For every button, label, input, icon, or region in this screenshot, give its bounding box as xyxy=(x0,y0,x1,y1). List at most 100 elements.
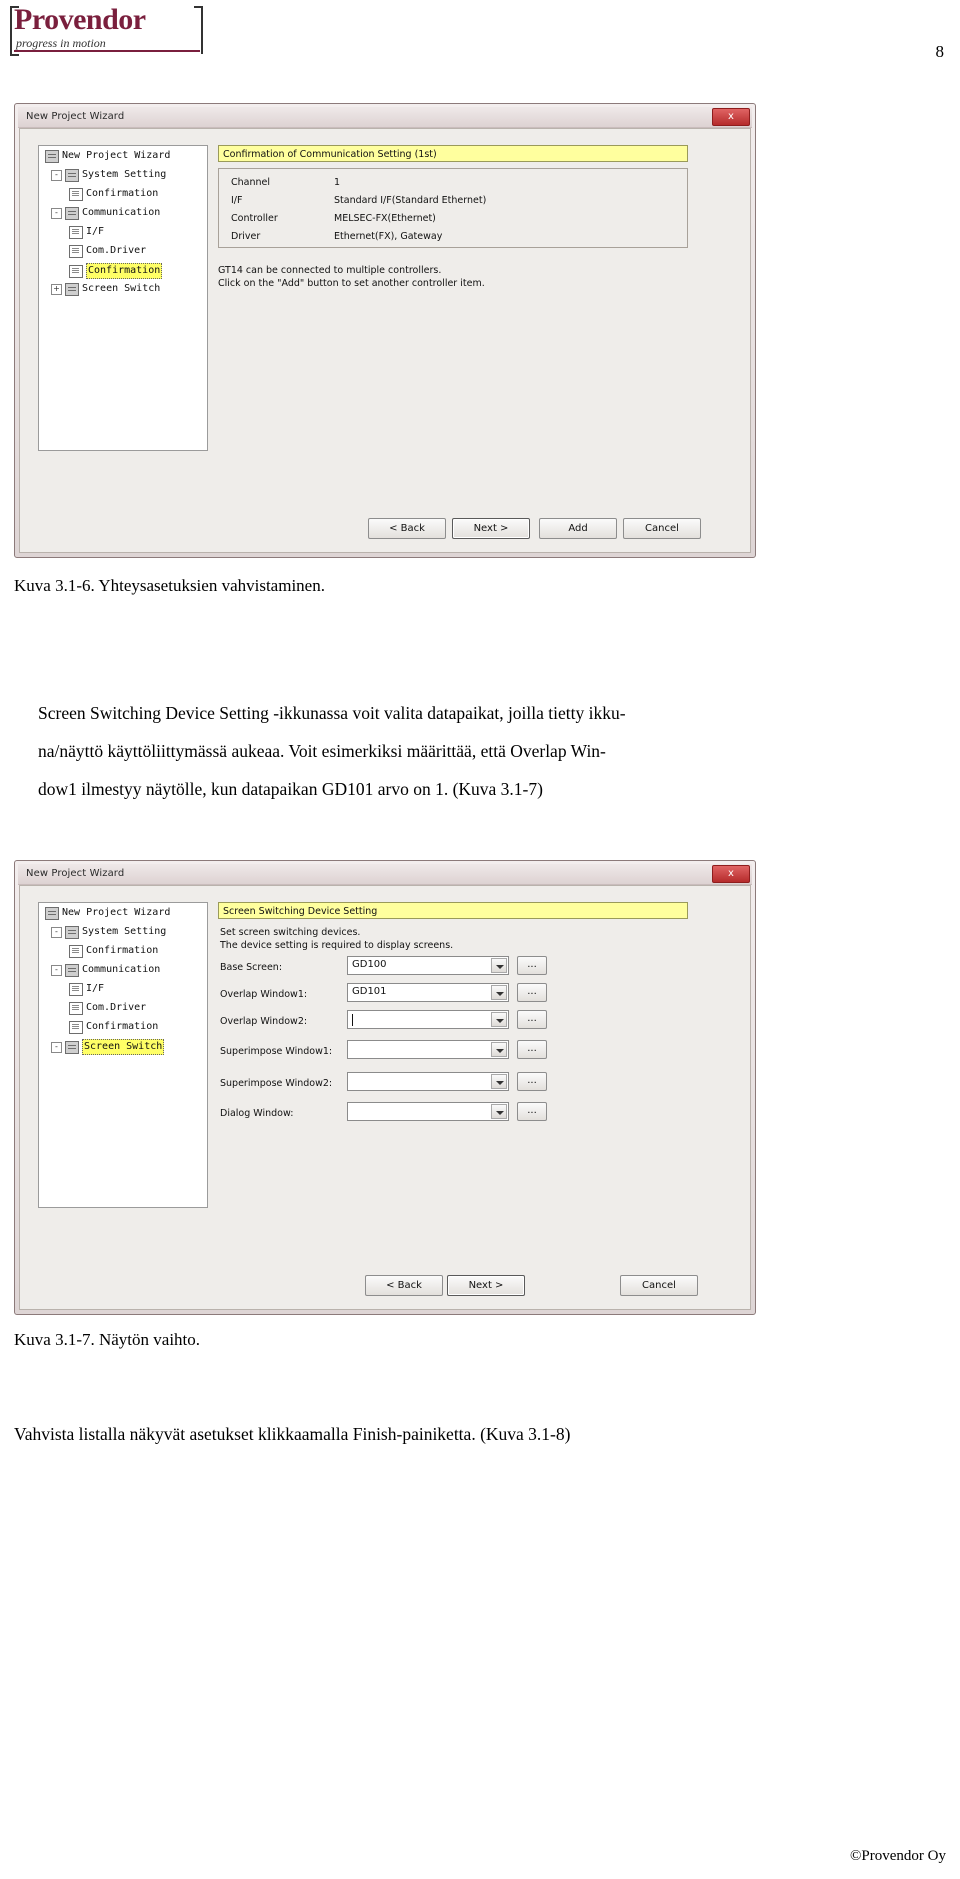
tree-item-if[interactable]: I/F xyxy=(39,222,207,241)
dialog-2-tree[interactable]: New Project Wizard - System Setting Confi… xyxy=(38,902,208,1208)
tree-item-label: Confirmation xyxy=(86,263,163,279)
tree-item-system-setting[interactable]: - System Setting xyxy=(39,165,207,184)
paragraph-1-line-3: dow1 ilmestyy näytölle, kun datapaikan G… xyxy=(38,779,543,799)
dialog-2-titlebar[interactable]: New Project Wizard x xyxy=(18,864,752,885)
tree-item-label: Confirmation xyxy=(86,945,159,956)
cancel-button[interactable]: Cancel xyxy=(623,518,701,539)
summary-value-controller: MELSEC-FX(Ethernet) xyxy=(334,213,436,224)
tree-item-label: New Project Wizard xyxy=(62,907,171,918)
body-paragraph-1: Screen Switching Device Setting -ikkunas… xyxy=(38,694,918,808)
back-button[interactable]: < Back xyxy=(365,1275,443,1296)
tree-item-screen-switch[interactable]: + Screen Switch xyxy=(39,279,207,298)
dialog-window-browse-button[interactable]: ... xyxy=(517,1102,547,1121)
tree-item-new-project-wizard[interactable]: New Project Wizard xyxy=(39,903,207,922)
base-screen-browse-button[interactable]: ... xyxy=(517,956,547,975)
overlap-window-2-browse-button[interactable]: ... xyxy=(517,1010,547,1029)
chevron-down-icon[interactable] xyxy=(491,985,507,1000)
doc-icon xyxy=(69,1020,83,1034)
superimpose-window-1-combo[interactable] xyxy=(347,1040,509,1059)
tree-item-confirmation-1[interactable]: Confirmation xyxy=(39,184,207,203)
chevron-down-icon[interactable] xyxy=(491,1042,507,1057)
tree-toggle-icon[interactable]: - xyxy=(51,1041,62,1053)
overlap-window-1-browse-button[interactable]: ... xyxy=(517,983,547,1002)
close-icon[interactable]: x xyxy=(712,108,750,126)
superimpose-window-2-browse-button[interactable]: ... xyxy=(517,1072,547,1091)
summary-label-if: I/F xyxy=(231,195,243,206)
folder-icon xyxy=(65,925,79,939)
summary-label-channel: Channel xyxy=(231,177,271,188)
body-paragraph-2: Vahvista listalla näkyvät asetukset klik… xyxy=(14,1424,571,1444)
tree-toggle-icon[interactable]: - xyxy=(51,964,62,976)
folder-icon xyxy=(65,282,79,296)
chevron-down-icon[interactable] xyxy=(491,1104,507,1119)
tree-item-label: Com.Driver xyxy=(86,245,147,256)
tree-item-label: Screen Switch xyxy=(82,1039,165,1055)
tree-toggle-icon[interactable]: + xyxy=(51,283,62,295)
tree-toggle-icon[interactable]: - xyxy=(51,207,62,219)
close-icon[interactable]: x xyxy=(712,865,750,883)
dialog-1-banner: Confirmation of Communication Setting (1… xyxy=(218,145,688,162)
field-label-base-screen: Base Screen: xyxy=(220,962,283,973)
tree-item-label: Screen Switch xyxy=(82,283,161,294)
cancel-button[interactable]: Cancel xyxy=(620,1275,698,1296)
tree-item-screen-switch[interactable]: - Screen Switch xyxy=(39,1036,207,1055)
summary-value-driver: Ethernet(FX), Gateway xyxy=(334,231,443,242)
doc-icon xyxy=(69,1001,83,1015)
overlap-window-2-combo[interactable] xyxy=(347,1010,509,1029)
folder-icon xyxy=(65,963,79,977)
tree-item-communication[interactable]: - Communication xyxy=(39,203,207,222)
page-number: 8 xyxy=(935,42,945,61)
field-label-overlap-window-1: Overlap Window1: xyxy=(220,989,308,1000)
chevron-down-icon[interactable] xyxy=(491,1074,507,1089)
doc-icon xyxy=(69,982,83,996)
field-label-superimpose-window-1: Superimpose Window1: xyxy=(220,1046,333,1057)
tree-item-new-project-wizard[interactable]: New Project Wizard xyxy=(39,146,207,165)
tree-item-if[interactable]: I/F xyxy=(39,979,207,998)
superimpose-window-1-browse-button[interactable]: ... xyxy=(517,1040,547,1059)
tree-toggle-icon[interactable]: - xyxy=(51,926,62,938)
page-footer: ©Provendor Oy xyxy=(850,1848,946,1864)
dialog-1-summary-box: Channel 1 I/F Standard I/F(Standard Ethe… xyxy=(218,168,688,248)
tree-item-confirmation-2[interactable]: Confirmation xyxy=(39,260,207,279)
dialog-1-tree[interactable]: New Project Wizard - System Setting Confi… xyxy=(38,145,208,451)
tree-item-confirmation-2[interactable]: Confirmation xyxy=(39,1017,207,1036)
overlap-window-1-value: GD101 xyxy=(352,986,387,997)
summary-label-controller: Controller xyxy=(231,213,278,224)
dialog-1-title: New Project Wizard xyxy=(26,111,125,122)
dialog-2-banner: Screen Switching Device Setting xyxy=(218,902,688,919)
tree-item-communication[interactable]: - Communication xyxy=(39,960,207,979)
doc-icon xyxy=(69,264,83,278)
dialog-window-combo[interactable] xyxy=(347,1102,509,1121)
dialog-1-note-line-2: Click on the "Add" button to set another… xyxy=(218,278,485,289)
chevron-down-icon[interactable] xyxy=(491,1012,507,1027)
new-project-wizard-dialog-2: New Project Wizard x New Project Wizard … xyxy=(14,860,756,1315)
summary-label-driver: Driver xyxy=(231,231,261,242)
tree-item-com-driver[interactable]: Com.Driver xyxy=(39,998,207,1017)
tree-item-label: I/F xyxy=(86,226,105,237)
add-button[interactable]: Add xyxy=(539,518,617,539)
chevron-down-icon[interactable] xyxy=(491,958,507,973)
tree-toggle-icon[interactable]: - xyxy=(51,169,62,181)
folder-icon xyxy=(45,149,59,163)
tree-item-label: Communication xyxy=(82,964,161,975)
tree-item-com-driver[interactable]: Com.Driver xyxy=(39,241,207,260)
paragraph-1-line-1: Screen Switching Device Setting -ikkunas… xyxy=(38,703,626,723)
next-button[interactable]: Next > xyxy=(447,1275,525,1296)
tree-item-system-setting[interactable]: - System Setting xyxy=(39,922,207,941)
folder-icon xyxy=(65,1040,79,1054)
base-screen-combo[interactable]: GD100 xyxy=(347,956,509,975)
back-button[interactable]: < Back xyxy=(368,518,446,539)
superimpose-window-2-combo[interactable] xyxy=(347,1072,509,1091)
tree-item-confirmation-1[interactable]: Confirmation xyxy=(39,941,207,960)
text-caret xyxy=(352,1014,353,1026)
tree-item-label: New Project Wizard xyxy=(62,150,171,161)
next-button[interactable]: Next > xyxy=(452,518,530,539)
dialog-1-titlebar[interactable]: New Project Wizard x xyxy=(18,107,752,128)
logo-divider xyxy=(14,50,200,52)
overlap-window-1-combo[interactable]: GD101 xyxy=(347,983,509,1002)
doc-icon xyxy=(69,944,83,958)
logo-bracket-left xyxy=(10,6,19,56)
provendor-logo: Provendor progress in motion xyxy=(8,4,208,64)
doc-icon xyxy=(69,225,83,239)
dialog-1-body: New Project Wizard - System Setting Confi… xyxy=(19,128,751,553)
